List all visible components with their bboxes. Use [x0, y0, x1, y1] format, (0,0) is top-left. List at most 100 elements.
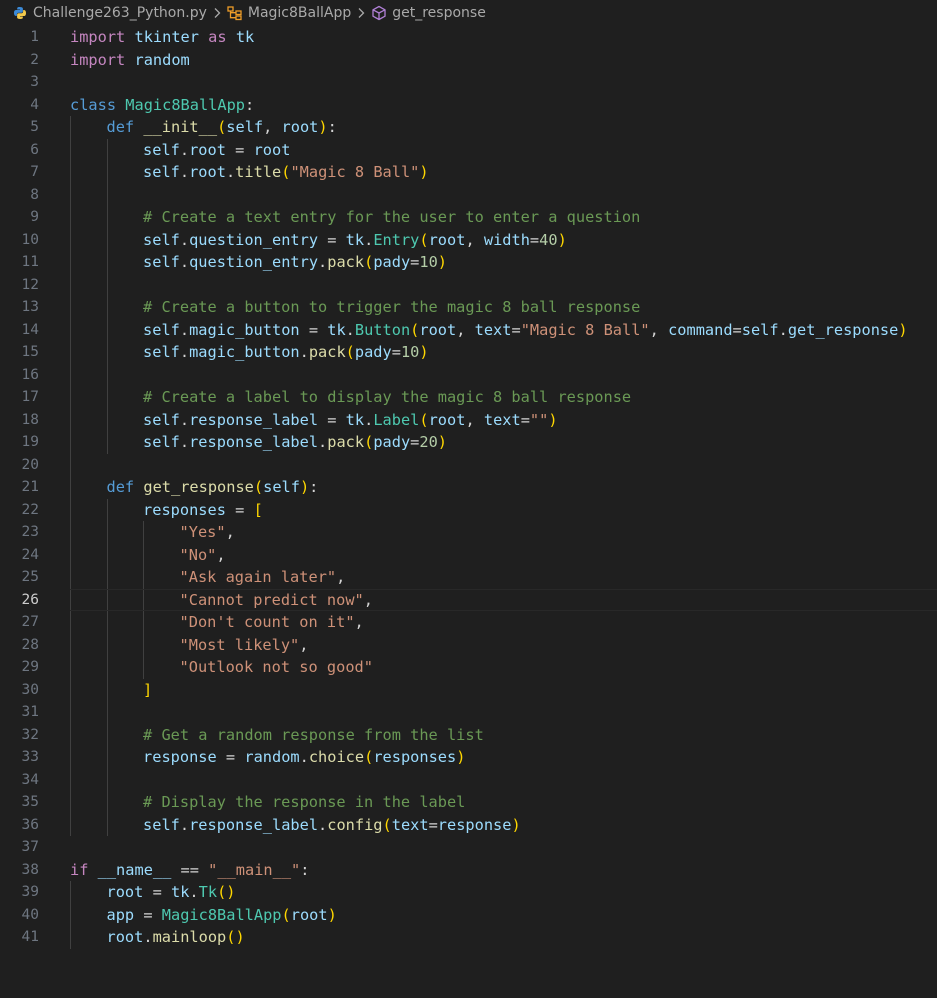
code-line[interactable]: 37	[0, 836, 937, 859]
code-line[interactable]: 6 self.root = root	[0, 138, 937, 162]
line-number[interactable]: 38	[0, 859, 39, 882]
line-number[interactable]: 25	[0, 566, 39, 589]
line-number[interactable]: 5	[0, 116, 39, 139]
line-number[interactable]: 9	[0, 206, 39, 229]
code-line[interactable]: 35 # Display the response in the label	[0, 791, 937, 814]
code-token: command	[668, 320, 733, 339]
line-number[interactable]: 23	[0, 521, 39, 544]
code-line[interactable]: 24 "No",	[0, 543, 937, 567]
line-number[interactable]: 33	[0, 746, 39, 769]
code-line[interactable]: 30]	[0, 678, 937, 702]
code-token: )	[318, 118, 328, 136]
breadcrumb-file[interactable]: Challenge263_Python.py	[12, 5, 207, 21]
code-line[interactable]: 10 self.question_entry = tk.Entry(root, w…	[0, 228, 937, 252]
line-number[interactable]: 8	[0, 184, 39, 207]
code-line[interactable]: 16	[0, 363, 937, 387]
line-number[interactable]: 41	[0, 926, 39, 949]
code-line[interactable]: 1 import tkinter as tk	[0, 26, 937, 49]
line-number[interactable]: 7	[0, 161, 39, 184]
code-area[interactable]: 1 import tkinter as tk 2 import random 3 4 cla…	[0, 26, 937, 949]
line-number[interactable]: 2	[0, 49, 39, 72]
code-line[interactable]: 41 root.mainloop()	[0, 926, 937, 949]
line-number[interactable]: 18	[0, 409, 39, 432]
line-number[interactable]: 26	[0, 589, 39, 612]
code-line[interactable]: 22 responses = [	[0, 498, 937, 522]
code-line[interactable]: 25 "Ask again later",	[0, 566, 937, 589]
code-line[interactable]: 21 def get_response(self):	[0, 476, 937, 499]
code-line[interactable]: 39 root = tk.Tk()	[0, 881, 937, 904]
code-line[interactable]: 4 class Magic8BallApp:	[0, 94, 937, 117]
code-line[interactable]: 27 "Don't count on it",	[0, 611, 937, 634]
breadcrumb-method[interactable]: get_response	[371, 5, 486, 21]
code-line[interactable]: 28 "Most likely",	[0, 633, 937, 657]
code-line[interactable]: 18 self.response_label = tk.Label(root, t…	[0, 408, 937, 432]
code-line[interactable]: 13 # Create a button to trigger the magic…	[0, 296, 937, 319]
line-number[interactable]: 13	[0, 296, 39, 319]
line-number[interactable]: 34	[0, 769, 39, 792]
code-line[interactable]: 23 "Yes",	[0, 521, 937, 544]
code-token: "Yes"	[179, 523, 226, 541]
code-line[interactable]: 7 self.root.title("Magic 8 Ball")	[0, 161, 937, 184]
code-line[interactable]: 20	[0, 453, 937, 477]
code-line[interactable]: 11 self.question_entry.pack(pady=10)	[0, 251, 937, 274]
line-number[interactable]: 35	[0, 791, 39, 814]
line-number[interactable]: 15	[0, 341, 39, 364]
code-text: def get_response(self):	[107, 476, 319, 499]
line-number[interactable]: 16	[0, 364, 39, 387]
code-line[interactable]: 15 self.magic_button.pack(pady=10)	[0, 341, 937, 364]
line-number[interactable]: 20	[0, 454, 39, 477]
breadcrumb: Challenge263_Python.py Magic8BallApp get…	[0, 0, 937, 26]
code-line[interactable]: 26 "Cannot predict now",	[0, 588, 937, 612]
code-line[interactable]: 8	[0, 183, 937, 207]
code-token: 20	[419, 433, 438, 451]
code-line[interactable]: 9 # Create a text entry for the user to e…	[0, 206, 937, 229]
line-number[interactable]: 31	[0, 701, 39, 724]
code-token: # Create a label to display the magic 8 …	[143, 388, 632, 406]
code-line[interactable]: 34	[0, 768, 937, 792]
line-number[interactable]: 19	[0, 431, 39, 454]
line-number[interactable]: 4	[0, 94, 39, 117]
line-number[interactable]: 32	[0, 724, 39, 747]
line-number[interactable]: 24	[0, 544, 39, 567]
line-number[interactable]: 17	[0, 386, 39, 409]
line-number[interactable]: 30	[0, 679, 39, 702]
line-number[interactable]: 21	[0, 476, 39, 499]
code-line[interactable]: 31	[0, 701, 937, 724]
breadcrumb-class[interactable]: Magic8BallApp	[227, 5, 351, 21]
code-line[interactable]: 33 response = random.choice(responses)	[0, 746, 937, 769]
line-number[interactable]: 6	[0, 139, 39, 162]
code-line[interactable]: 17 # Create a label to display the magic …	[0, 386, 937, 409]
code-line[interactable]: 14 self.magic_button = tk.Button(root, te…	[0, 318, 937, 342]
code-token: Tk	[198, 883, 218, 901]
line-number[interactable]: 27	[0, 611, 39, 634]
line-number[interactable]: 28	[0, 634, 39, 657]
line-number[interactable]: 29	[0, 656, 39, 679]
code-line[interactable]: 32 # Get a random response from the list	[0, 723, 937, 747]
code-token: # Create a text entry for the user to en…	[143, 208, 641, 226]
line-number[interactable]: 40	[0, 904, 39, 927]
code-token: .	[318, 253, 328, 271]
line-number[interactable]: 10	[0, 229, 39, 252]
line-number[interactable]: 1	[0, 26, 39, 49]
line-number[interactable]: 39	[0, 881, 39, 904]
code-token: =	[318, 230, 346, 249]
code-line[interactable]: 40 app = Magic8BallApp(root)	[0, 903, 937, 927]
code-line[interactable]: 29 "Outlook not so good"	[0, 656, 937, 679]
code-line[interactable]: 38 if __name__ == "__main__":	[0, 859, 937, 882]
code-token: =	[410, 253, 420, 271]
line-number[interactable]: 37	[0, 836, 39, 859]
code-line[interactable]: 5 def __init__(self, root):	[0, 116, 937, 139]
line-number[interactable]: 22	[0, 499, 39, 522]
line-number[interactable]: 12	[0, 274, 39, 297]
line-number[interactable]: 11	[0, 251, 39, 274]
line-number[interactable]: 3	[0, 71, 39, 94]
line-number[interactable]: 14	[0, 319, 39, 342]
code-line[interactable]: 3	[0, 71, 937, 94]
line-number[interactable]: 36	[0, 814, 39, 837]
code-line[interactable]: 19 self.response_label.pack(pady=20)	[0, 431, 937, 454]
code-line[interactable]: 36 self.response_label.config(text=respon…	[0, 813, 937, 837]
code-token: tk	[327, 320, 346, 339]
code-line[interactable]: 12	[0, 273, 937, 297]
code-editor[interactable]: Challenge263_Python.py Magic8BallApp get…	[0, 0, 937, 998]
code-line[interactable]: 2 import random	[0, 49, 937, 72]
